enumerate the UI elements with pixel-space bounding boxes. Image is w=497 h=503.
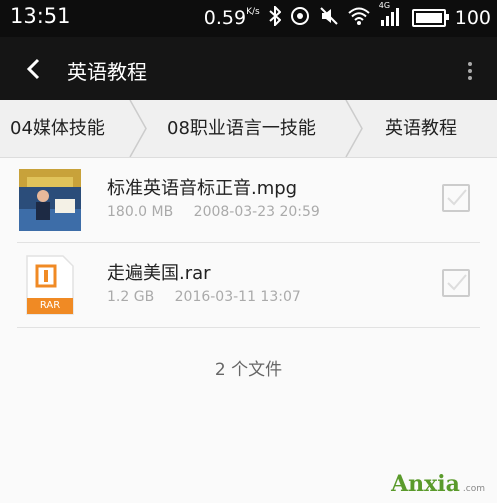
breadcrumb-item-1[interactable]: 08职业语言一技能 — [167, 100, 316, 157]
breadcrumb-separator — [345, 100, 363, 157]
page-title: 英语教程 — [67, 60, 147, 84]
more-vertical-icon[interactable] — [465, 62, 475, 86]
mute-icon — [319, 6, 339, 30]
signal-icon: 4G — [379, 2, 403, 30]
video-thumbnail — [19, 169, 81, 231]
list-item[interactable]: 标准英语音标正音.mpg 180.0 MB 2008-03-23 20:59 — [17, 158, 480, 243]
app-bar: 英语教程 — [0, 37, 497, 100]
network-speed: 0.59K/s — [203, 7, 260, 29]
file-name: 标准英语音标正音.mpg — [107, 178, 298, 199]
breadcrumb-item-2[interactable]: 英语教程 — [385, 100, 457, 157]
status-bar: 13:51 0.59K/s 4G 100 — [0, 0, 497, 37]
file-size: 180.0 MB — [107, 204, 174, 220]
file-name: 走遍美国.rar — [107, 263, 211, 284]
file-date: 2008-03-23 20:59 — [193, 204, 320, 220]
select-checkbox[interactable] — [442, 184, 470, 212]
select-checkbox[interactable] — [442, 269, 470, 297]
file-date: 2016-03-11 13:07 — [174, 289, 301, 305]
battery-icon — [411, 9, 449, 27]
file-size: 1.2 GB — [107, 289, 155, 305]
battery-level: 100 — [454, 7, 491, 29]
breadcrumb-separator — [129, 100, 147, 157]
file-list: 标准英语音标正音.mpg 180.0 MB 2008-03-23 20:59 R… — [0, 158, 497, 328]
chevron-left-icon[interactable] — [22, 54, 48, 84]
file-meta: 1.2 GB 2016-03-11 13:07 — [107, 289, 317, 305]
breadcrumb: 04媒体技能 08职业语言一技能 英语教程 — [0, 100, 497, 158]
wifi-icon — [348, 7, 370, 29]
file-count: 2 个文件 — [214, 360, 283, 380]
archive-file-icon: RAR — [19, 254, 81, 316]
rar-badge: RAR — [39, 300, 61, 311]
watermark-logo: Anxia .com — [391, 471, 485, 497]
hotspot-icon — [290, 6, 310, 30]
file-meta: 180.0 MB 2008-03-23 20:59 — [107, 204, 336, 220]
status-icons: 0.59K/s 4G 100 — [203, 2, 491, 32]
list-item[interactable]: RAR 走遍美国.rar 1.2 GB 2016-03-11 13:07 — [17, 243, 480, 328]
bluetooth-icon — [269, 4, 282, 30]
status-time: 13:51 — [10, 4, 71, 28]
breadcrumb-item-0[interactable]: 04媒体技能 — [10, 100, 105, 157]
